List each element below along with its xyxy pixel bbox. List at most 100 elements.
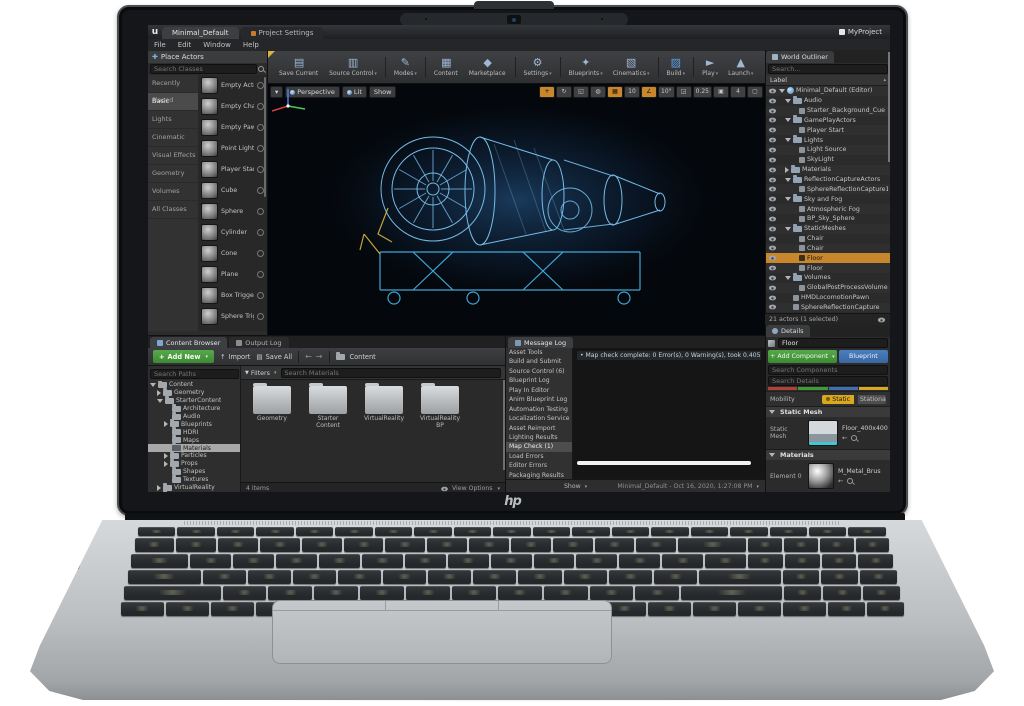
folder-tree-row[interactable]: Geometry xyxy=(148,387,240,397)
visibility-eye-icon[interactable] xyxy=(768,108,777,114)
outliner-row[interactable]: BP_Sky_Sphere xyxy=(766,214,890,224)
use-selected-arrow-icon[interactable]: ← xyxy=(838,477,843,485)
place-actor-item[interactable]: Box Trigger xyxy=(198,285,267,306)
search-assets-input[interactable] xyxy=(280,367,501,378)
dropdown-caret-icon[interactable]: ▾ xyxy=(647,71,650,77)
visibility-eye-icon[interactable] xyxy=(768,157,777,163)
add-new-button[interactable]: + Add New ▾ xyxy=(153,350,214,363)
outliner-row[interactable]: Chair xyxy=(766,243,890,254)
static-mesh-section-header[interactable]: Static Mesh xyxy=(766,406,890,417)
material-sphere-thumbnail[interactable] xyxy=(808,463,834,489)
folder-tree-row[interactable]: Textures xyxy=(148,474,240,484)
folder-tree-row[interactable]: Maps xyxy=(148,435,240,444)
log-category-row[interactable]: Packaging Results xyxy=(506,471,572,479)
log-category-row[interactable]: Automation Testing xyxy=(506,405,572,414)
outliner-row[interactable]: Chair xyxy=(766,234,890,244)
level-viewport[interactable]: ▾ Perspective Lit Show + ↻ ◱ ◍ ▦ 10 ∠ 10… xyxy=(268,84,765,335)
visibility-eye-icon[interactable] xyxy=(768,147,777,153)
toolbar-button[interactable]: ✎ Modes▾ xyxy=(384,57,422,77)
place-actors-scrollbar[interactable] xyxy=(264,77,266,197)
camera-speed-button[interactable]: ▣ xyxy=(713,86,729,98)
toolbar-button[interactable]: ▲ Launch▾ xyxy=(723,57,758,78)
expand-arrow-icon[interactable] xyxy=(785,177,791,182)
visibility-eye-icon[interactable] xyxy=(768,137,777,143)
menu-item[interactable]: Edit xyxy=(178,41,192,49)
expand-arrow-icon[interactable] xyxy=(164,421,168,428)
place-actor-item[interactable]: Cylinder xyxy=(198,222,267,243)
outliner-row[interactable]: Floor xyxy=(766,263,890,274)
expand-arrow-icon[interactable] xyxy=(785,226,791,231)
actor-drag-handle-icon[interactable] xyxy=(257,124,264,131)
folder-tree-row[interactable]: Audio xyxy=(148,411,240,421)
menu-item[interactable]: Window xyxy=(203,41,231,49)
toolbar-button[interactable]: ⚙ Settings▾ xyxy=(514,57,557,77)
search-components-input[interactable] xyxy=(768,365,888,375)
log-category-row[interactable]: Load Errors xyxy=(506,452,572,461)
place-actors-category[interactable]: Visual Effects xyxy=(148,147,198,165)
log-category-row[interactable]: Asset Reimport xyxy=(506,424,572,433)
outliner-row[interactable]: Sky and Fog xyxy=(766,194,890,204)
log-category-row[interactable]: Asset Tools xyxy=(506,348,572,357)
visibility-eye-icon[interactable] xyxy=(768,305,777,310)
folder-tree-row[interactable]: StarterContent xyxy=(148,395,240,405)
actor-drag-handle-icon[interactable] xyxy=(257,250,264,257)
toolbar-button[interactable]: ► Play▾ xyxy=(693,57,723,77)
log-category-row[interactable]: Anim Blueprint Log xyxy=(506,395,572,404)
log-category-row[interactable]: Play In Editor xyxy=(506,386,572,395)
place-actors-category[interactable]: Recently Placed xyxy=(148,75,198,104)
expand-arrow-icon[interactable] xyxy=(785,197,791,202)
visibility-eye-icon[interactable] xyxy=(768,98,777,104)
dropdown-caret-icon[interactable]: ▾ xyxy=(414,71,417,77)
maximize-viewport-button[interactable]: ▢ xyxy=(747,86,763,98)
expand-arrow-icon[interactable] xyxy=(785,166,789,173)
place-actor-item[interactable]: Player Start xyxy=(198,159,267,180)
expand-arrow-icon[interactable] xyxy=(150,382,156,387)
visibility-eye-icon[interactable] xyxy=(768,275,777,281)
folder-tree-row[interactable]: Props xyxy=(148,458,240,468)
actor-drag-handle-icon[interactable] xyxy=(257,313,264,320)
scale-tool-button[interactable]: ◱ xyxy=(573,86,589,98)
visibility-eye-icon[interactable] xyxy=(768,196,777,202)
expand-arrow-icon[interactable] xyxy=(157,398,163,403)
save-all-button[interactable]: ▤ Save All xyxy=(256,353,292,361)
place-actor-item[interactable]: Sphere xyxy=(198,201,267,222)
content-browser-tab[interactable]: Content Browser xyxy=(150,337,228,348)
place-actor-item[interactable]: Empty Character xyxy=(198,96,267,117)
outliner-row[interactable]: ReflectionCaptureActors xyxy=(766,174,890,185)
browse-asset-icon[interactable] xyxy=(850,434,858,442)
dropdown-caret-icon[interactable]: ▾ xyxy=(549,71,552,77)
outliner-row[interactable]: Minimal_Default (Editor) xyxy=(766,86,890,96)
place-actors-category[interactable]: Volumes xyxy=(148,183,198,201)
expand-arrow-icon[interactable] xyxy=(785,118,791,123)
folder-tree-row[interactable]: VirtualRealityBP xyxy=(148,490,240,492)
visibility-eye-icon[interactable] xyxy=(768,285,777,291)
outliner-row[interactable]: HMDLocomotionPawn xyxy=(766,293,890,303)
folder-tree-row[interactable]: VirtualReality xyxy=(148,482,240,492)
outliner-row[interactable]: SphereReflectionCapture xyxy=(766,302,890,313)
visibility-eye-icon[interactable] xyxy=(768,246,777,251)
toolbar-button[interactable]: ▤ Save Current xyxy=(274,57,324,78)
place-actors-category[interactable]: Cinematic xyxy=(148,129,198,147)
place-actors-category[interactable]: All Classes xyxy=(148,201,198,219)
outliner-scrollbar[interactable] xyxy=(888,52,890,162)
show-flags-button[interactable]: Show xyxy=(368,86,397,98)
actor-drag-handle-icon[interactable] xyxy=(257,166,264,173)
history-back-button[interactable]: ← xyxy=(305,352,312,361)
actor-drag-handle-icon[interactable] xyxy=(257,187,264,194)
log-category-row[interactable]: Map Check (1) xyxy=(506,442,572,452)
actor-drag-handle-icon[interactable] xyxy=(257,145,264,152)
dropdown-caret-icon[interactable]: ▾ xyxy=(716,71,719,77)
outliner-column-header[interactable]: Label ▴ xyxy=(766,75,890,86)
path-breadcrumb[interactable]: Content xyxy=(335,351,376,361)
import-button[interactable]: ↑ Import xyxy=(220,353,250,361)
folder-tree-row[interactable]: HDRI xyxy=(148,427,240,436)
rotation-snap-toggle-button[interactable]: ∠ xyxy=(641,86,657,98)
expand-arrow-icon[interactable] xyxy=(164,452,168,459)
expand-arrow-icon[interactable] xyxy=(157,484,161,491)
use-selected-arrow-icon[interactable]: ← xyxy=(842,434,847,442)
dropdown-caret-icon[interactable]: ▾ xyxy=(751,71,754,77)
visibility-eye-icon[interactable] xyxy=(768,167,777,173)
level-tab[interactable]: Minimal_Default xyxy=(162,27,239,39)
blueprint-add-script-button[interactable]: Blueprint xyxy=(838,350,888,363)
details-tab[interactable]: Details xyxy=(766,325,810,337)
